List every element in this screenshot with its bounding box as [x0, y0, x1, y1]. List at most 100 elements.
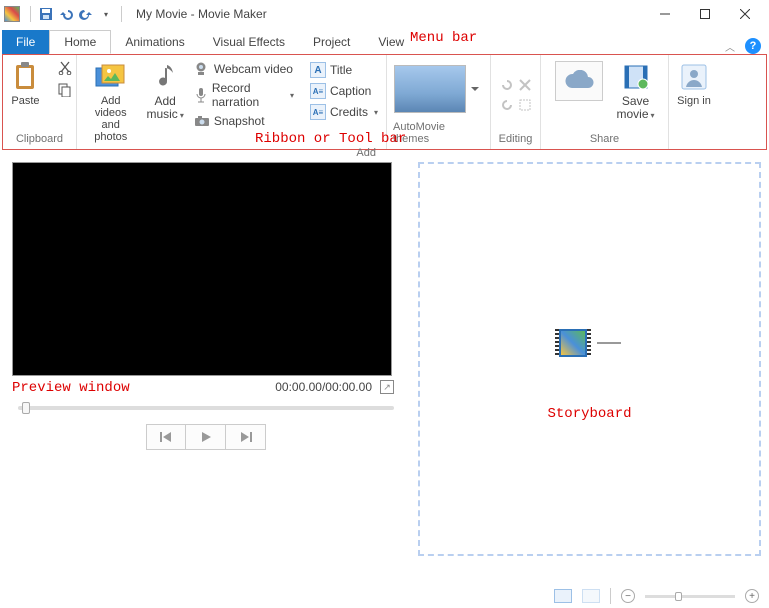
maximize-button[interactable]	[685, 0, 725, 28]
app-icon	[4, 6, 20, 22]
group-clipboard: Paste Clipboard	[3, 55, 77, 149]
cloud-icon	[555, 61, 603, 101]
caption-icon: A≡	[310, 83, 326, 99]
credits-icon: A≡	[310, 104, 326, 120]
quick-access-toolbar: ▾	[26, 5, 126, 23]
zoom-thumb[interactable]	[675, 592, 682, 601]
zoom-out-button[interactable]: −	[621, 589, 635, 603]
delete-icon[interactable]	[518, 78, 532, 92]
storyboard-pane: Storyboard	[418, 162, 761, 562]
save-movie-button[interactable]: Save movie▾	[613, 59, 659, 124]
tab-visual-effects[interactable]: Visual Effects	[199, 30, 299, 54]
group-signin: Sign in	[669, 55, 719, 149]
rotate-right-icon[interactable]	[500, 98, 514, 112]
close-button[interactable]	[725, 0, 765, 28]
zoom-in-button[interactable]: +	[745, 589, 759, 603]
tab-project[interactable]: Project	[299, 30, 364, 54]
snapshot-label: Snapshot	[214, 114, 265, 128]
next-frame-button[interactable]	[226, 424, 266, 450]
signin-label: Sign in	[677, 95, 711, 107]
undo-icon[interactable]	[57, 5, 75, 23]
group-editing: Editing	[491, 55, 541, 149]
record-narration-button[interactable]: Record narration ▾	[192, 80, 296, 110]
webcam-icon	[194, 62, 210, 76]
help-icon[interactable]: ?	[745, 38, 761, 54]
group-add: Add videos and photos Add music▾ Webcam …	[77, 55, 387, 149]
add-videos-photos-button[interactable]: Add videos and photos	[83, 59, 138, 145]
video-preview[interactable]	[12, 162, 392, 376]
save-icon[interactable]	[37, 5, 55, 23]
transport-controls	[12, 424, 400, 450]
select-all-icon[interactable]	[518, 98, 532, 112]
music-note-icon	[149, 61, 181, 93]
add-music-label: Add music▾	[146, 95, 183, 122]
group-label-automovie: AutoMovie themes	[393, 119, 484, 147]
caption-label: Caption	[330, 84, 371, 98]
view-mode-2-button[interactable]	[582, 589, 600, 603]
save-movie-label: Save movie▾	[615, 95, 657, 122]
clipboard-icon	[10, 61, 42, 93]
file-tab[interactable]: File	[2, 30, 49, 54]
sign-in-button[interactable]: Sign in	[674, 59, 714, 109]
group-label-add: Add	[356, 145, 380, 161]
film-reel-icon	[620, 61, 652, 93]
snapshot-button[interactable]: Snapshot	[192, 113, 296, 129]
annotation-storyboard: Storyboard	[547, 406, 631, 422]
fullscreen-icon[interactable]: ↗	[380, 380, 394, 394]
user-icon	[678, 61, 710, 93]
credits-button[interactable]: A≡ Credits ▾	[308, 103, 380, 121]
placeholder-line	[597, 342, 621, 344]
record-label: Record narration	[212, 81, 284, 109]
share-cloud-button[interactable]	[551, 59, 607, 103]
title-button[interactable]: A Title	[308, 61, 380, 79]
microphone-icon	[194, 87, 208, 103]
rotate-left-icon[interactable]	[500, 78, 514, 92]
caption-button[interactable]: A≡ Caption	[308, 82, 380, 100]
film-strip-icon	[559, 329, 587, 357]
minimize-button[interactable]	[645, 0, 685, 28]
separator	[610, 588, 611, 604]
title-bar: ▾ My Movie - Movie Maker	[0, 0, 769, 28]
add-videos-label: Add videos and photos	[85, 95, 136, 143]
dropdown-arrow-icon: ▾	[290, 91, 294, 100]
content-area: Preview window 00:00.00/00:00.00 ↗	[0, 150, 769, 566]
view-mode-1-button[interactable]	[554, 589, 572, 603]
window-title: My Movie - Movie Maker	[136, 7, 267, 21]
webcam-video-button[interactable]: Webcam video	[192, 61, 296, 77]
tab-view[interactable]: View	[364, 30, 418, 54]
tab-home[interactable]: Home	[49, 30, 111, 54]
group-label-editing: Editing	[499, 131, 533, 147]
qat-dropdown-icon[interactable]: ▾	[97, 5, 115, 23]
ribbon-toolbar: Paste Clipboard Add videos and photos	[2, 54, 767, 150]
photos-icon	[95, 61, 127, 93]
title-icon: A	[310, 62, 326, 78]
zoom-slider[interactable]	[645, 595, 735, 598]
preview-pane: Preview window 00:00.00/00:00.00 ↗	[12, 162, 400, 562]
credits-label: Credits	[330, 105, 368, 119]
play-button[interactable]	[186, 424, 226, 450]
group-label-share: Share	[590, 131, 619, 147]
tab-animations[interactable]: Animations	[111, 30, 198, 54]
collapse-ribbon-icon[interactable]: ︿	[725, 39, 735, 54]
seek-slider[interactable]	[18, 406, 394, 410]
add-music-button[interactable]: Add music▾	[144, 59, 185, 124]
group-share: Save movie▾ Share	[541, 55, 669, 149]
annotation-preview: Preview window	[12, 380, 130, 396]
paste-button[interactable]: Paste	[6, 59, 46, 109]
group-label-blank	[692, 131, 695, 147]
copy-icon[interactable]	[56, 81, 74, 99]
paste-label: Paste	[11, 95, 39, 107]
seek-thumb[interactable]	[22, 402, 30, 414]
cut-icon[interactable]	[56, 59, 74, 77]
webcam-label: Webcam video	[214, 62, 293, 76]
storyboard-drop-area[interactable]: Storyboard	[418, 162, 761, 556]
separator	[121, 6, 122, 22]
title-label: Title	[330, 63, 352, 77]
redo-icon[interactable]	[77, 5, 95, 23]
status-bar: − +	[554, 588, 759, 604]
group-automovie: AutoMovie themes	[387, 55, 491, 149]
time-display: 00:00.00/00:00.00	[275, 380, 372, 394]
prev-frame-button[interactable]	[146, 424, 186, 450]
group-label-clipboard: Clipboard	[16, 131, 63, 147]
automovie-theme-thumb[interactable]	[394, 65, 466, 113]
